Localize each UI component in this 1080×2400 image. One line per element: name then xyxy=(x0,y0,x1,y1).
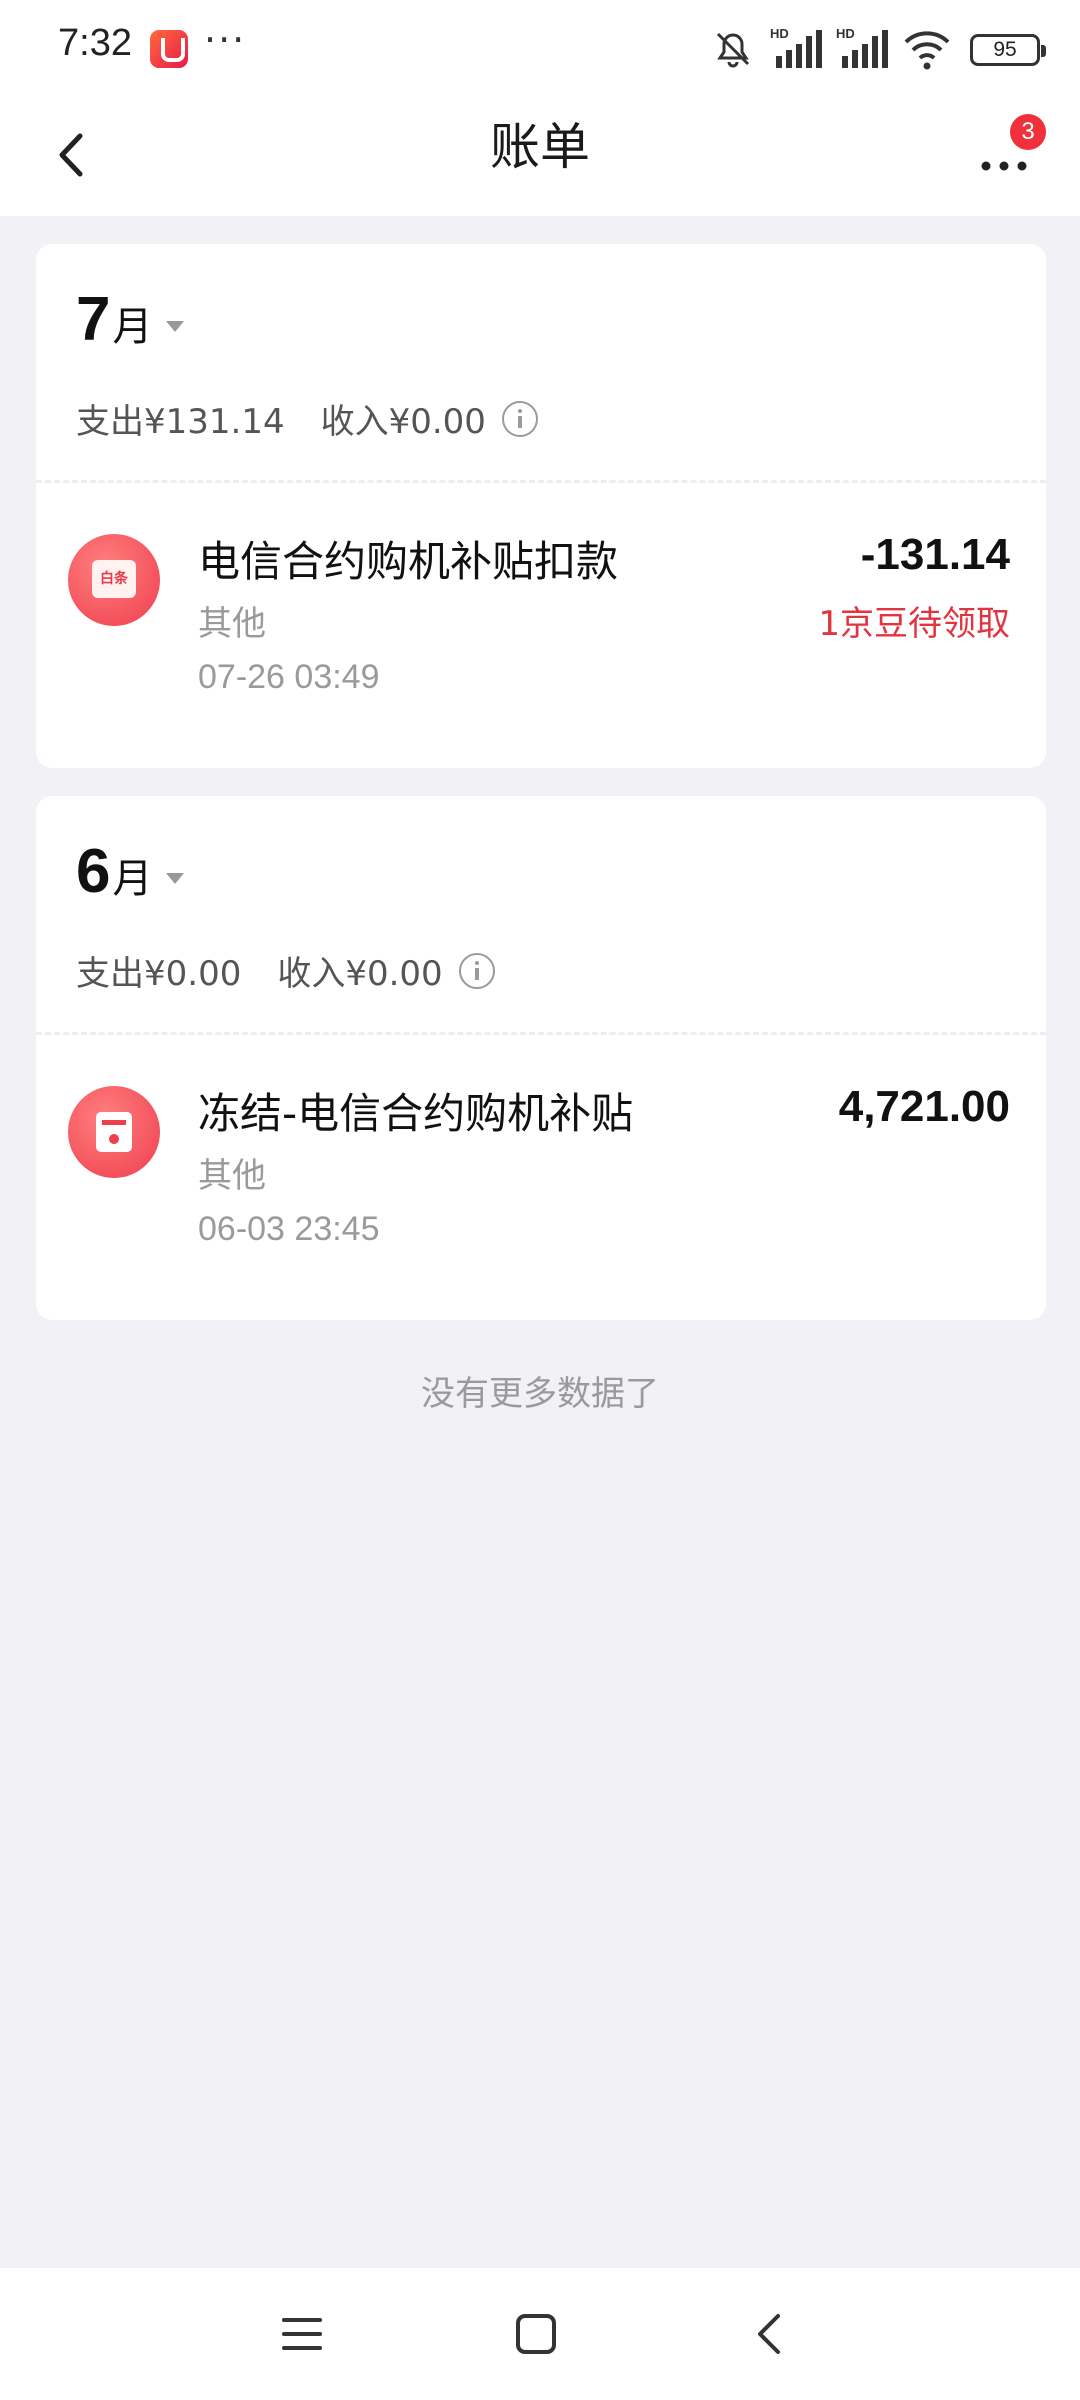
nav-header: 账单 3 xyxy=(0,100,1080,216)
wifi-icon xyxy=(904,31,950,70)
transaction-amount: 4,721.00 xyxy=(838,1082,1010,1131)
month-number: 7 xyxy=(76,285,111,354)
month-unit: 月 xyxy=(112,304,153,350)
info-icon[interactable] xyxy=(501,400,538,437)
recents-menu-icon[interactable] xyxy=(270,2302,334,2366)
info-icon[interactable] xyxy=(458,952,495,989)
baitiao-icon: 白条 xyxy=(68,534,160,626)
status-bar: 7:32 ··· HD HD 95 xyxy=(0,0,1080,100)
month-card-july: 7 月 支出¥131.14 收入¥0.00 白条 电信合约购机补贴扣款 其他 0… xyxy=(36,244,1046,768)
expense-total: 支出¥0.00 xyxy=(76,954,242,994)
month-summary: 支出¥0.00 收入¥0.00 xyxy=(76,946,495,995)
home-square-icon[interactable] xyxy=(504,2302,568,2366)
frozen-glyph-icon xyxy=(96,1112,132,1152)
bill-page: 7:32 ··· HD HD 95 账单 3 7 月 支出¥131.14 收入¥… xyxy=(0,0,1080,2400)
transaction-row[interactable]: 白条 电信合约购机补贴扣款 其他 07-26 03:49 -131.14 1京豆… xyxy=(36,484,1046,764)
transaction-row[interactable]: 冻结-电信合约购机补贴 其他 06-03 23:45 4,721.00 xyxy=(36,1036,1046,1316)
transaction-title: 冻结-电信合约购机补贴 xyxy=(198,1089,634,1138)
month-selector[interactable]: 7 月 xyxy=(76,284,185,355)
transaction-category: 其他 xyxy=(198,1156,266,1196)
transaction-time: 06-03 23:45 xyxy=(198,1210,380,1248)
baitiao-card-label: 白条 xyxy=(92,560,136,598)
jingdou-reward-link[interactable]: 1京豆待领取 xyxy=(818,596,1010,645)
transaction-amount: -131.14 xyxy=(860,530,1010,579)
month-header: 7 月 支出¥131.14 收入¥0.00 xyxy=(36,244,1046,480)
no-more-data-text: 没有更多数据了 xyxy=(421,1374,659,1414)
mute-icon xyxy=(716,32,750,68)
divider xyxy=(36,480,1046,483)
month-selector[interactable]: 6 月 xyxy=(76,836,185,907)
month-summary: 支出¥131.14 收入¥0.00 xyxy=(76,394,538,443)
battery-icon: 95 xyxy=(970,34,1046,66)
caret-down-icon xyxy=(166,321,185,332)
month-unit: 月 xyxy=(112,856,153,902)
more-options-button[interactable]: 3 xyxy=(970,114,1050,190)
caret-down-icon xyxy=(166,873,185,884)
notification-badge: 3 xyxy=(1010,114,1046,150)
frozen-icon xyxy=(68,1086,160,1178)
system-back-icon[interactable] xyxy=(740,2302,804,2366)
income-total: 收入¥0.00 xyxy=(277,954,443,994)
more-notifications-icon: ··· xyxy=(204,18,247,62)
transaction-title: 电信合约购机补贴扣款 xyxy=(198,537,619,586)
transaction-category: 其他 xyxy=(198,604,266,644)
network-label-1: HD xyxy=(770,26,789,41)
status-time: 7:32 xyxy=(58,22,132,64)
network-label-2: HD xyxy=(836,26,855,41)
page-title: 账单 xyxy=(490,118,590,176)
expense-total: 支出¥131.14 xyxy=(76,402,285,442)
status-icons: HD HD 95 xyxy=(710,26,1046,72)
month-number: 6 xyxy=(76,837,111,906)
month-header: 6 月 支出¥0.00 收入¥0.00 xyxy=(36,796,1046,1032)
transaction-time: 07-26 03:49 xyxy=(198,658,380,696)
divider xyxy=(36,1032,1046,1035)
signal-1-icon: HD xyxy=(770,26,822,68)
jd-app-notification-icon xyxy=(150,30,188,68)
income-total: 收入¥0.00 xyxy=(320,402,486,442)
month-card-june: 6 月 支出¥0.00 收入¥0.00 冻结-电信合约购机补贴 其他 06-03… xyxy=(36,796,1046,1320)
system-nav-bar xyxy=(0,2268,1080,2400)
signal-2-icon: HD xyxy=(836,26,888,68)
